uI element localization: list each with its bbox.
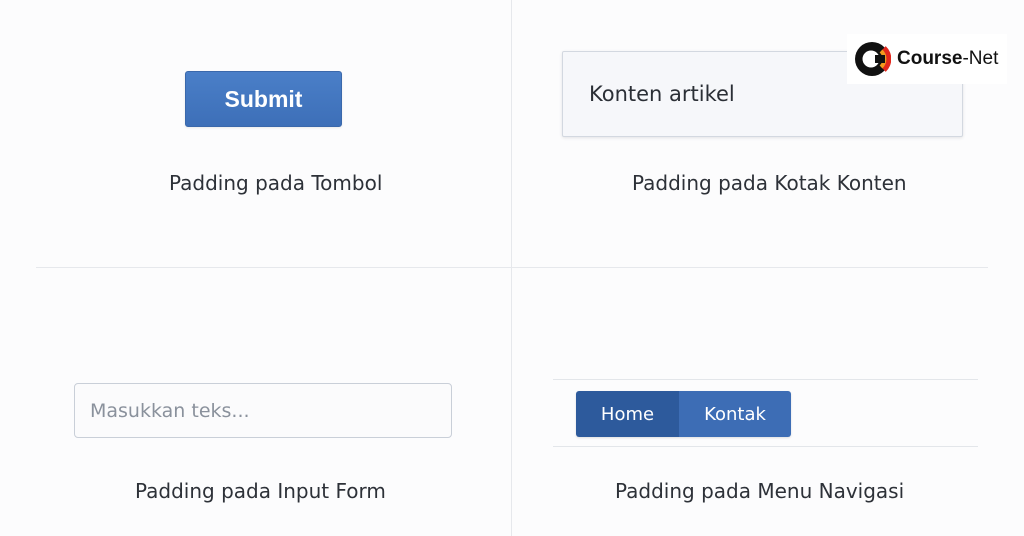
text-input[interactable] [74, 383, 452, 438]
nav-item-home[interactable]: Home [576, 391, 679, 437]
nav-menu: Home Kontak [576, 391, 791, 437]
course-net-logo-icon [853, 40, 891, 78]
nav-top-rule [553, 379, 978, 380]
nav-demo-caption: Padding pada Menu Navigasi [615, 479, 905, 503]
content-demo-caption: Padding pada Kotak Konten [632, 171, 907, 195]
button-demo-caption: Padding pada Tombol [169, 171, 383, 195]
content-box-text: Konten artikel [589, 82, 735, 106]
logo-wordmark-rest: -Net [962, 48, 999, 69]
course-net-logo: Course-Net [847, 34, 1007, 84]
input-demo-caption: Padding pada Input Form [135, 479, 386, 503]
nav-item-kontak[interactable]: Kontak [679, 391, 791, 437]
horizontal-divider [36, 267, 988, 268]
vertical-divider [511, 0, 512, 536]
submit-button[interactable]: Submit [185, 71, 342, 127]
nav-bottom-rule [553, 446, 978, 447]
logo-wordmark-bold: Course [897, 48, 963, 69]
logo-wordmark: Course-Net [897, 48, 998, 70]
